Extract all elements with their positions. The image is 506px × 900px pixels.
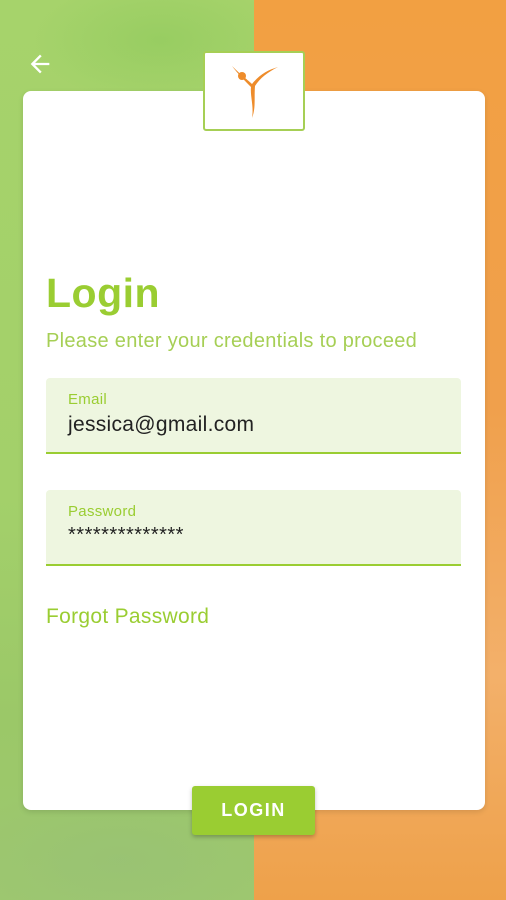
password-input[interactable]: ************** (68, 524, 184, 547)
password-field[interactable]: Password ************** (46, 490, 461, 566)
password-label: Password (68, 503, 137, 520)
login-screen: Login Please enter your credentials to p… (0, 0, 506, 900)
logo (203, 51, 305, 131)
email-input[interactable]: jessica@gmail.com (68, 413, 254, 437)
page-subtitle: Please enter your credentials to proceed (46, 330, 418, 352)
forgot-password-link[interactable]: Forgot Password (46, 605, 209, 629)
email-label: Email (68, 391, 108, 408)
page-title: Login (46, 270, 161, 316)
login-button[interactable]: LOGIN (192, 786, 315, 835)
arrow-left-icon (30, 54, 50, 74)
person-figure-logo (232, 66, 278, 118)
back-button[interactable] (22, 46, 58, 82)
email-field[interactable]: Email jessica@gmail.com (46, 378, 461, 454)
